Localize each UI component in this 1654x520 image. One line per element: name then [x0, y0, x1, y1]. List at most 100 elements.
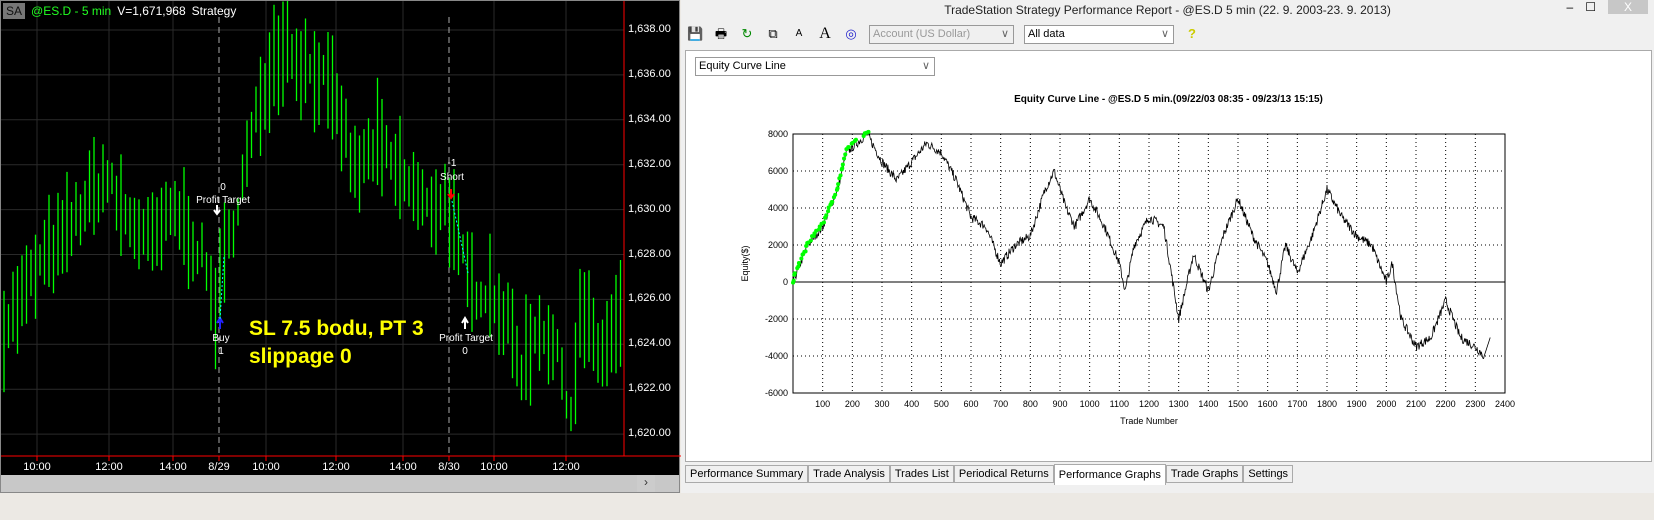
- y-tick-label: -4000: [765, 351, 788, 361]
- buy-arrow-icon: [216, 316, 224, 329]
- tab-performance-graphs[interactable]: Performance Graphs: [1053, 464, 1166, 485]
- profit-target-label: Profit Target: [196, 195, 250, 206]
- target-icon[interactable]: ◎: [843, 26, 859, 42]
- equity-new-high-markers: [791, 129, 871, 285]
- profit-target-qty-2: 0: [462, 346, 468, 357]
- buy-qty: 1: [218, 346, 224, 357]
- help-icon[interactable]: ?: [1184, 26, 1200, 42]
- time-label: 12:00: [322, 461, 350, 473]
- time-label: 12:00: [552, 461, 580, 473]
- tab-trade-graphs[interactable]: Trade Graphs: [1165, 465, 1244, 483]
- report-tabs: Performance Summary Trade Analysis Trades …: [685, 464, 1294, 485]
- y-tick-label: -6000: [765, 388, 788, 398]
- tab-performance-summary[interactable]: Performance Summary: [685, 465, 809, 483]
- x-tick-label: 1800: [1317, 399, 1337, 409]
- time-label: 14:00: [389, 461, 417, 473]
- y-tick-label: 2000: [768, 240, 788, 250]
- time-label: 12:00: [95, 461, 123, 473]
- y-tick-label: 6000: [768, 166, 788, 176]
- equity-chart: 8000 6000 4000 2000 0 -2000 -4000 -6000 100 200 30…: [740, 129, 1515, 426]
- y-tick-label: -2000: [765, 314, 788, 324]
- x-tick-label: 800: [1023, 399, 1038, 409]
- trade-line: [219, 200, 469, 320]
- minimize-button[interactable]: –: [1567, 0, 1574, 14]
- x-tick-label: 600: [963, 399, 978, 409]
- time-label: 14:00: [159, 461, 187, 473]
- x-tick-label: 1000: [1080, 399, 1100, 409]
- tab-periodical-returns[interactable]: Periodical Returns: [953, 465, 1054, 483]
- symbol-label: @ES.D - 5 min: [31, 4, 112, 18]
- export-icon[interactable]: ⧉: [765, 26, 781, 42]
- time-label: 10:00: [480, 461, 508, 473]
- strategy-note: SL 7.5 bodu, PT 3 slippage 0: [249, 315, 424, 371]
- price-chart[interactable]: [1, 1, 681, 475]
- x-tick-label: 1400: [1198, 399, 1218, 409]
- window-tag[interactable]: SA: [3, 3, 26, 19]
- short-label: Short: [440, 172, 464, 183]
- x-axis-label: Trade Number: [1120, 416, 1178, 426]
- x-tick-label: 2400: [1495, 399, 1515, 409]
- x-tick-label: 1100: [1110, 399, 1129, 409]
- time-label: 8/29: [208, 461, 230, 473]
- short-qty: -1: [447, 158, 457, 169]
- graph-panel: Equity Curve Line ∨ Equity Curve Line - @…: [685, 50, 1652, 462]
- date-range-select[interactable]: All data ∨: [1024, 24, 1174, 44]
- price-label: 1,634.00: [628, 112, 671, 125]
- buy-label: Buy: [212, 333, 230, 344]
- print-icon[interactable]: 🖶: [713, 26, 729, 42]
- y-tick-label: 8000: [768, 129, 788, 139]
- scroll-right-button[interactable]: ›: [637, 475, 655, 492]
- profit-target-label-2: Profit Target: [439, 333, 493, 344]
- x-tick-label: 300: [874, 399, 889, 409]
- x-tick-label: 1500: [1228, 399, 1248, 409]
- price-label: 1,632.00: [628, 157, 671, 170]
- price-label: 1,624.00: [628, 337, 671, 350]
- x-tick-label: 1900: [1347, 399, 1367, 409]
- tab-trade-analysis[interactable]: Trade Analysis: [808, 465, 890, 483]
- x-tick-label: 1300: [1169, 399, 1189, 409]
- x-tick-label: 2300: [1465, 399, 1485, 409]
- time-label: 10:00: [252, 461, 280, 473]
- maximize-button[interactable]: ☐: [1585, 0, 1596, 14]
- x-tick-label: 1200: [1139, 399, 1159, 409]
- y-tick-label: 4000: [768, 203, 788, 213]
- strategy-label: Strategy: [191, 4, 237, 18]
- price-label: 1,622.00: [628, 382, 671, 395]
- note-line-1: SL 7.5 bodu, PT 3: [249, 317, 424, 340]
- x-tick-label: 2000: [1376, 399, 1396, 409]
- profit-target-qty: 0: [220, 182, 226, 193]
- time-label: 8/30: [438, 461, 460, 473]
- tab-settings[interactable]: Settings: [1243, 465, 1294, 483]
- x-tick-label: 200: [845, 399, 860, 409]
- font-smaller-icon[interactable]: A: [791, 26, 807, 42]
- price-label: 1,626.00: [628, 292, 671, 305]
- x-tick-label: 2100: [1406, 399, 1426, 409]
- x-tick-label: 500: [934, 399, 949, 409]
- window-title: TradeStation Strategy Performance Report…: [944, 3, 1391, 17]
- price-chart-window[interactable]: SA @ES.D - 5 min V=1,671,968 Strategy 1,…: [0, 0, 681, 493]
- x-tick-label: 900: [1052, 399, 1067, 409]
- y-axis-label: Equity($): [740, 245, 750, 281]
- performance-report-window: TradeStation Strategy Performance Report…: [681, 0, 1654, 493]
- price-label: 1,620.00: [628, 427, 671, 440]
- horizontal-scrollbar[interactable]: ›: [1, 475, 679, 492]
- close-button[interactable]: X: [1608, 0, 1648, 14]
- price-label: 1,636.00: [628, 67, 671, 80]
- x-tick-label: 100: [815, 399, 830, 409]
- x-tick-label: 700: [993, 399, 1008, 409]
- refresh-icon[interactable]: ↻: [739, 26, 755, 42]
- toolbar: 💾 🖶 ↻ ⧉ A A ◎ Account (US Dollar) ∨ All d…: [681, 22, 1654, 46]
- cover-arrow-icon: [461, 316, 469, 329]
- x-tick-label: 2200: [1436, 399, 1456, 409]
- tab-trades-list[interactable]: Trades List: [889, 465, 954, 483]
- volume-label: V=1,671,968: [117, 4, 186, 18]
- x-tick-label: 1700: [1287, 399, 1307, 409]
- y-tick-label: 0: [783, 277, 788, 287]
- save-icon[interactable]: 💾: [687, 26, 703, 42]
- chart-header: SA @ES.D - 5 min V=1,671,968 Strategy: [3, 3, 236, 19]
- x-tick-label: 1600: [1258, 399, 1278, 409]
- time-label: 10:00: [23, 461, 51, 473]
- price-label: 1,628.00: [628, 247, 671, 260]
- font-larger-icon[interactable]: A: [817, 26, 833, 42]
- note-line-2: slippage 0: [249, 345, 352, 368]
